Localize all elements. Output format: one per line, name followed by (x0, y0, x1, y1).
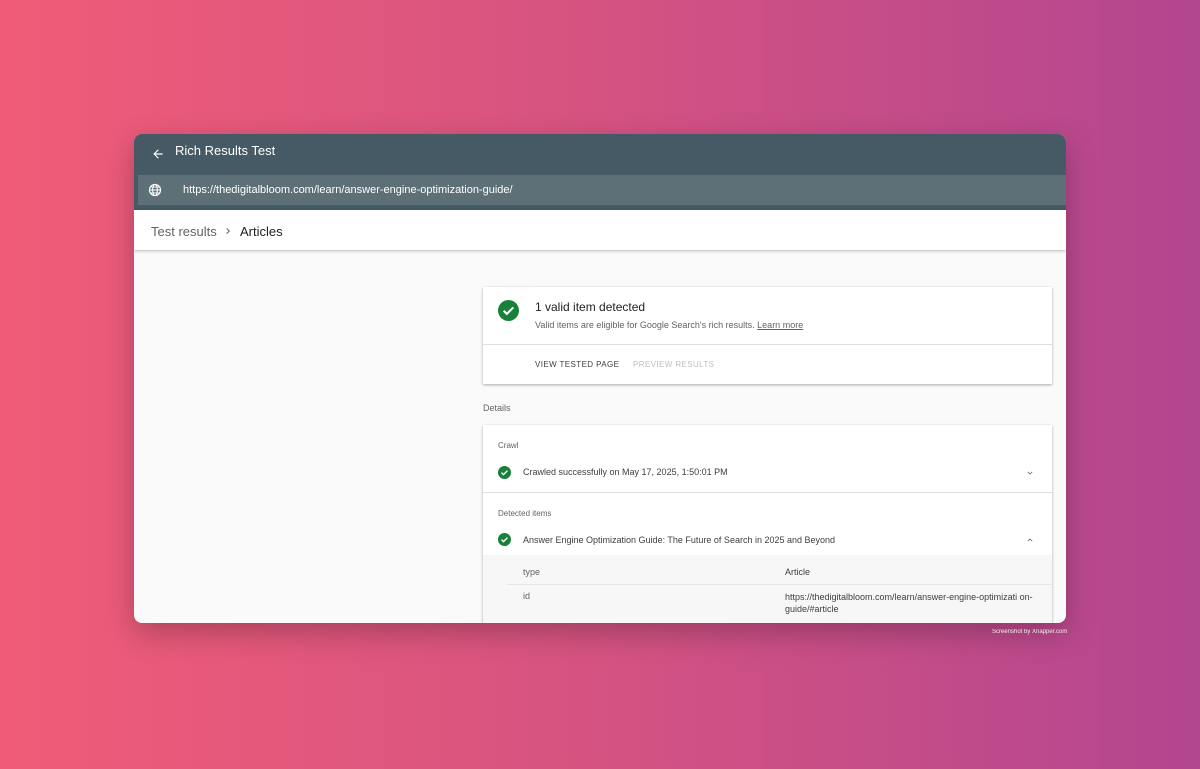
property-key-type: type (523, 567, 541, 577)
divider (483, 492, 1052, 493)
valid-items-subtitle: Valid items are eligible for Google Sear… (535, 320, 803, 330)
url-bar[interactable]: https://thedigitalbloom.com/learn/answer… (138, 175, 1066, 205)
view-tested-page-button[interactable]: VIEW TESTED PAGE (535, 360, 619, 369)
valid-items-title: 1 valid item detected (535, 300, 646, 314)
details-heading: Details (483, 403, 511, 413)
subtitle-text: Valid items are eligible for Google Sear… (535, 320, 755, 330)
app-title: Rich Results Test (175, 143, 276, 158)
breadcrumb-articles: Articles (240, 224, 283, 239)
property-key-id: id (523, 591, 531, 601)
chevron-right-icon (226, 228, 230, 234)
crawl-label: Crawl (498, 441, 519, 450)
back-button[interactable] (146, 142, 170, 166)
preview-results-button[interactable]: PREVIEW RESULTS (633, 360, 714, 369)
url-text[interactable]: https://thedigitalbloom.com/learn/answer… (183, 183, 513, 197)
back-arrow-icon (153, 149, 163, 159)
divider (483, 344, 1052, 345)
browser-window: Rich Results Test https://thedigitalbloo… (134, 134, 1066, 623)
properties-table: type Article id https://thedigitalbloom.… (483, 555, 1052, 623)
watermark: Screenshot by Xnapper.com (992, 629, 1068, 635)
summary-card: 1 valid item detected Valid items are el… (483, 287, 1052, 384)
property-value-type: Article (785, 567, 811, 577)
divider (507, 584, 1052, 585)
detected-item-title[interactable]: Answer Engine Optimization Guide: The Fu… (523, 535, 835, 545)
check-circle-icon (498, 533, 511, 546)
chevron-up-icon[interactable] (1025, 535, 1035, 545)
app-header: Rich Results Test https://thedigitalbloo… (134, 134, 1066, 210)
chevron-down-icon[interactable] (1025, 468, 1035, 478)
check-circle-icon (498, 466, 511, 479)
crawl-status: Crawled successfully on May 17, 2025, 1:… (523, 467, 728, 477)
check-circle-icon (498, 300, 519, 321)
details-card: Crawl Crawled successfully on May 17, 20… (483, 425, 1052, 623)
learn-more-link[interactable]: Learn more (757, 320, 803, 330)
detected-items-label: Detected items (498, 509, 552, 518)
breadcrumb-test-results[interactable]: Test results (151, 224, 217, 239)
breadcrumb: Test results Articles (134, 210, 1066, 250)
globe-icon (148, 183, 162, 197)
property-value-id: https://thedigitalbloom.com/learn/answer… (785, 592, 1033, 614)
